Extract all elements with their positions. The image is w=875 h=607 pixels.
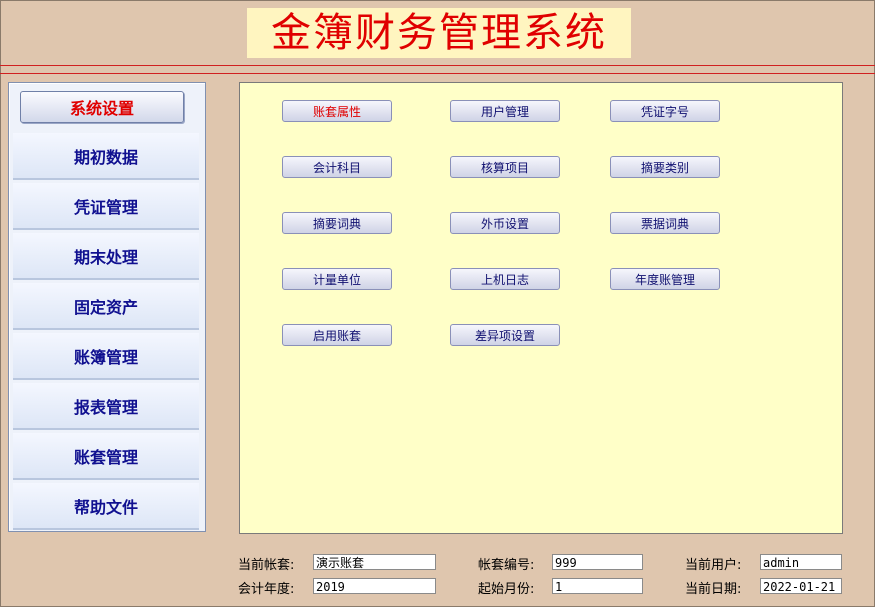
main-panel: 账套属性 用户管理 凭证字号 会计科目 核算项目 摘要类别 摘要词典 外币设置 … (239, 82, 843, 534)
current-date-field: 2022-01-21 (760, 578, 842, 594)
current-user-field: admin (760, 554, 842, 570)
sidebar-item-opening-data[interactable]: 期初数据 (13, 133, 199, 180)
accounting-subjects-button[interactable]: 会计科目 (282, 156, 392, 178)
start-month-label: 起始月份: (478, 582, 535, 597)
summary-category-button[interactable]: 摘要类别 (610, 156, 720, 178)
current-book-label: 当前帐套: (238, 558, 295, 573)
header-divider-top (0, 65, 875, 66)
app-title: 金簿财务管理系统 (247, 8, 631, 58)
header-divider-bottom (0, 73, 875, 74)
summary-dictionary-button[interactable]: 摘要词典 (282, 212, 392, 234)
login-log-button[interactable]: 上机日志 (450, 268, 560, 290)
sidebar-item-fixed-assets[interactable]: 固定资产 (13, 283, 199, 330)
bill-dictionary-button[interactable]: 票据词典 (610, 212, 720, 234)
sidebar-item-period-end[interactable]: 期末处理 (13, 233, 199, 280)
currency-settings-button[interactable]: 外币设置 (450, 212, 560, 234)
sidebar-item-book-management[interactable]: 账套管理 (13, 433, 199, 480)
book-no-field: 999 (552, 554, 643, 570)
annual-ledger-button[interactable]: 年度账管理 (610, 268, 720, 290)
sidebar: 系统设置 期初数据 凭证管理 期末处理 固定资产 账簿管理 报表管理 账套管理 … (8, 82, 206, 532)
book-properties-button[interactable]: 账套属性 (282, 100, 392, 122)
fiscal-year-field: 2019 (313, 578, 436, 594)
measurement-unit-button[interactable]: 计量单位 (282, 268, 392, 290)
voucher-number-button[interactable]: 凭证字号 (610, 100, 720, 122)
variance-settings-button[interactable]: 差异项设置 (450, 324, 560, 346)
sidebar-item-voucher-management[interactable]: 凭证管理 (13, 183, 199, 230)
current-date-label: 当前日期: (685, 582, 742, 597)
book-no-label: 帐套编号: (478, 558, 535, 573)
accounting-items-button[interactable]: 核算项目 (450, 156, 560, 178)
sidebar-item-system-settings[interactable]: 系统设置 (20, 91, 184, 123)
current-book-field: 演示账套 (313, 554, 436, 570)
fiscal-year-label: 会计年度: (238, 582, 295, 597)
current-user-label: 当前用户: (685, 558, 742, 573)
sidebar-item-report-management[interactable]: 报表管理 (13, 383, 199, 430)
sidebar-item-ledger-management[interactable]: 账簿管理 (13, 333, 199, 380)
user-management-button[interactable]: 用户管理 (450, 100, 560, 122)
start-month-field: 1 (552, 578, 643, 594)
sidebar-item-help-files[interactable]: 帮助文件 (13, 483, 199, 530)
enable-book-button[interactable]: 启用账套 (282, 324, 392, 346)
